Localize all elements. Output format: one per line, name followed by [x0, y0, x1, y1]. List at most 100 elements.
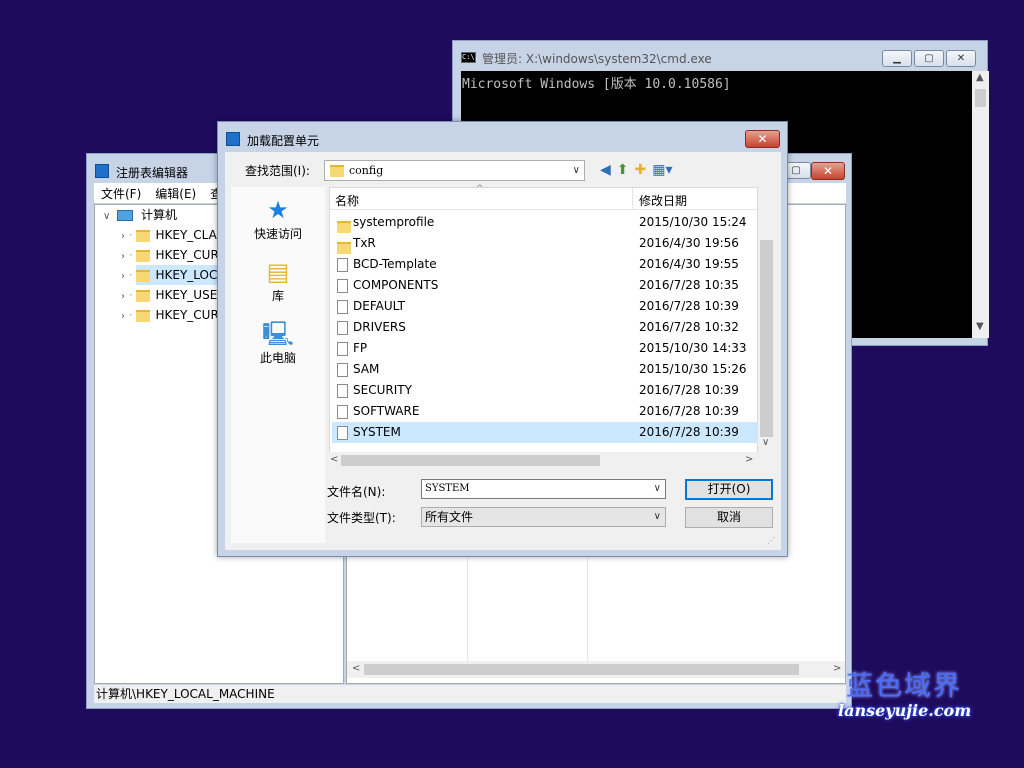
- file-row[interactable]: SYSTEM 2016/7/28 10:39: [332, 422, 759, 443]
- look-in-dropdown[interactable]: config ∨: [324, 160, 585, 181]
- back-icon[interactable]: ◀: [600, 162, 611, 178]
- chevron-right-icon[interactable]: ›: [121, 231, 125, 242]
- watermark-chinese: 蓝色域界: [846, 671, 962, 702]
- file-date: 2016/7/28 10:39: [639, 383, 739, 397]
- column-divider: [587, 555, 588, 665]
- file-row[interactable]: COMPONENTS 2016/7/28 10:35: [332, 275, 759, 296]
- folder-icon: [330, 165, 344, 177]
- folder-icon: [136, 269, 151, 282]
- file-date: 2016/7/28 10:39: [639, 425, 739, 439]
- place-label: 快速访问: [253, 227, 302, 241]
- close-button[interactable]: ✕: [745, 130, 780, 148]
- file-list-header: 名称 ^ 修改日期: [330, 184, 757, 210]
- look-in-label: 查找范围(I):: [245, 164, 310, 178]
- chevron-right-icon[interactable]: ›: [121, 251, 125, 262]
- chevron-down-icon[interactable]: ∨: [654, 480, 661, 498]
- chevron-right-icon[interactable]: ›: [121, 291, 125, 302]
- up-folder-icon[interactable]: ⬆: [617, 162, 629, 178]
- place-quick-access[interactable]: ★ 快速访问: [231, 195, 325, 242]
- folder-icon: [136, 249, 151, 262]
- file-date: 2016/4/30 19:55: [639, 257, 739, 271]
- resize-grip-icon[interactable]: ⋰: [767, 536, 775, 545]
- file-row[interactable]: SOFTWARE 2016/7/28 10:39: [332, 401, 759, 422]
- chevron-down-icon[interactable]: ∨: [573, 161, 580, 180]
- scrollbar-thumb[interactable]: [975, 89, 986, 107]
- cmd-scrollbar[interactable]: ▲ ▼: [972, 71, 989, 338]
- file-list[interactable]: 名称 ^ 修改日期 systemprofile 2015/10/30 15:24 T…: [329, 184, 759, 454]
- tree-root[interactable]: ∨ 计算机: [103, 205, 177, 225]
- library-icon: ▤: [266, 258, 290, 286]
- file-name: BCD-Template: [353, 257, 437, 271]
- tree-item-label: HKEY_USE: [155, 288, 218, 302]
- tree-item-label: HKEY_LOC: [155, 268, 218, 282]
- column-name[interactable]: 名称: [335, 192, 359, 209]
- filetype-select[interactable]: 所有文件 ∨: [421, 507, 666, 527]
- folder-icon: [136, 309, 151, 322]
- scroll-down-icon[interactable]: ▼: [976, 321, 984, 332]
- minimize-button[interactable]: ▁: [882, 50, 912, 67]
- scroll-down-icon[interactable]: ∨: [762, 437, 769, 448]
- file-date: 2016/7/28 10:32: [639, 320, 739, 334]
- chevron-right-icon[interactable]: ›: [121, 311, 125, 322]
- file-date: 2015/10/30 14:33: [639, 341, 747, 355]
- file-row[interactable]: BCD-Template 2016/4/30 19:55: [332, 254, 759, 275]
- open-button[interactable]: 打开(O): [685, 479, 773, 500]
- scroll-left-icon[interactable]: <: [330, 454, 338, 465]
- file-list-hscrollbar[interactable]: < >: [329, 452, 758, 469]
- place-libraries[interactable]: ▤ 库: [231, 257, 325, 304]
- tree-item-selected[interactable]: › · HKEY_LOC: [121, 265, 222, 285]
- scroll-right-icon[interactable]: >: [833, 663, 841, 674]
- cmd-icon: C:\.: [461, 52, 479, 63]
- scrollbar-thumb[interactable]: [341, 455, 600, 466]
- values-hscrollbar[interactable]: < >: [347, 661, 845, 678]
- scrollbar-thumb[interactable]: [364, 664, 799, 675]
- file-row[interactable]: DRIVERS 2016/7/28 10:32: [332, 317, 759, 338]
- file-row[interactable]: systemprofile 2015/10/30 15:24: [332, 212, 759, 233]
- new-folder-icon[interactable]: ✚: [635, 162, 647, 178]
- close-button[interactable]: ✕: [946, 50, 976, 67]
- menu-file[interactable]: 文件(F): [94, 183, 148, 204]
- chevron-right-icon[interactable]: ›: [121, 271, 125, 282]
- scroll-right-icon[interactable]: >: [745, 454, 753, 465]
- load-hive-dialog[interactable]: 加载配置单元 ✕ 查找范围(I): config ∨ ◀ ⬆ ✚ ▦▾ ★ 快速访问 …: [217, 121, 788, 557]
- scroll-left-icon[interactable]: <: [352, 663, 360, 674]
- tree-item[interactable]: › · HKEY_CUR: [121, 305, 219, 325]
- file-date: 2015/10/30 15:24: [639, 215, 747, 229]
- watermark-url: lanseyujie.com: [838, 701, 972, 720]
- file-row[interactable]: TxR 2016/4/30 19:56: [332, 233, 759, 254]
- close-button[interactable]: ✕: [811, 162, 845, 180]
- file-date: 2016/4/30 19:56: [639, 236, 739, 250]
- file-date: 2016/7/28 10:35: [639, 278, 739, 292]
- tree-item[interactable]: › · HKEY_USE: [121, 285, 217, 305]
- cancel-button[interactable]: 取消: [685, 507, 773, 528]
- file-row[interactable]: DEFAULT 2016/7/28 10:39: [332, 296, 759, 317]
- file-name: SYSTEM: [353, 425, 401, 439]
- column-date[interactable]: 修改日期: [639, 192, 687, 209]
- chevron-down-icon[interactable]: ∨: [103, 211, 110, 222]
- scroll-up-icon[interactable]: ▲: [976, 72, 984, 83]
- file-name: SECURITY: [353, 383, 412, 397]
- file-list-vscrollbar[interactable]: ∨: [758, 187, 775, 452]
- place-this-pc[interactable]: 🖳 此电脑: [231, 319, 325, 366]
- filename-input[interactable]: SYSTEM ∨: [421, 479, 666, 499]
- file-row[interactable]: FP 2015/10/30 14:33: [332, 338, 759, 359]
- file-row[interactable]: SAM 2015/10/30 15:26: [332, 359, 759, 380]
- chevron-down-icon[interactable]: ∨: [654, 508, 661, 526]
- regedit-icon: [226, 132, 240, 146]
- scrollbar-thumb[interactable]: [760, 240, 773, 437]
- tree-item[interactable]: › · HKEY_CUR: [121, 245, 219, 265]
- dialog-body: 查找范围(I): config ∨ ◀ ⬆ ✚ ▦▾ ★ 快速访问 ▤ 库 🖳 此电脑: [225, 152, 781, 550]
- regedit-title: 注册表编辑器: [116, 166, 189, 180]
- dialog-titlebar[interactable]: 加载配置单元 ✕: [218, 122, 787, 152]
- tree-item-label: HKEY_CLAS: [155, 228, 225, 242]
- view-menu-icon[interactable]: ▦▾: [652, 162, 672, 178]
- file-row[interactable]: SECURITY 2016/7/28 10:39: [332, 380, 759, 401]
- file-name: DEFAULT: [353, 299, 405, 313]
- dialog-toolbar: ◀ ⬆ ✚ ▦▾: [600, 162, 679, 178]
- computer-icon: [117, 210, 134, 221]
- tree-item[interactable]: › · HKEY_CLAS: [121, 225, 224, 245]
- cmd-output-line: Microsoft Windows [版本 10.0.10586]: [462, 77, 731, 92]
- cmd-titlebar[interactable]: C:\. 管理员: X:\windows\system32\cmd.exe ▁ …: [453, 41, 987, 72]
- maximize-button[interactable]: ▢: [914, 50, 944, 67]
- menu-edit[interactable]: 编辑(E): [148, 183, 203, 204]
